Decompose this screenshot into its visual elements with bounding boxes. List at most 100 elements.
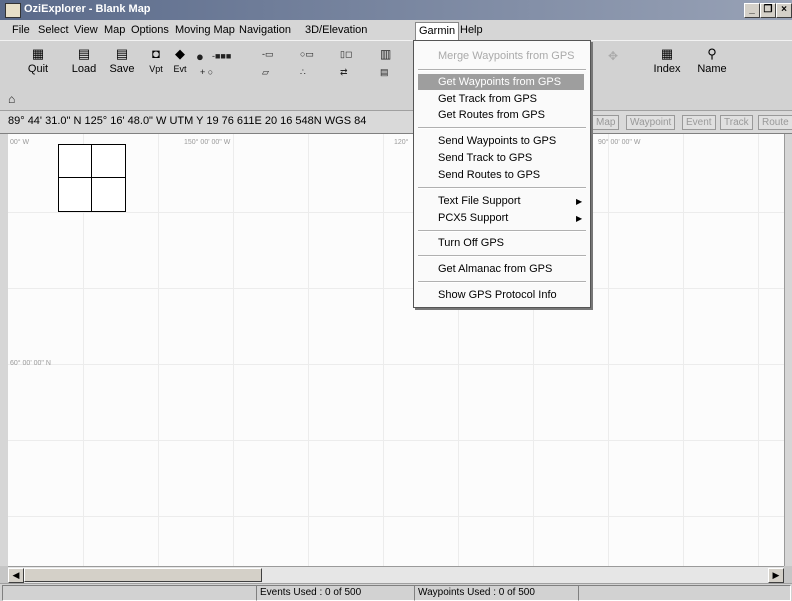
evt-button[interactable]: ◆ Evt <box>170 47 190 75</box>
map-canvas[interactable]: 00° W 150° 00' 00" W 120° 90° 00' 00" W … <box>8 134 784 566</box>
grid-icon[interactable]: ▥ <box>380 47 391 61</box>
save-map-icon: ▤ <box>115 46 129 61</box>
coordinate-readout: 89° 44' 31.0" N 125° 16' 48.0" W UTM Y 1… <box>8 115 367 127</box>
grid-line <box>683 134 684 566</box>
gps-icon[interactable]: ⌂ <box>8 92 15 106</box>
grid-line <box>8 516 784 517</box>
menu-item-turn-off-gps[interactable]: Turn Off GPS <box>438 237 504 249</box>
menu-navigation[interactable]: Navigation <box>239 24 291 36</box>
waypoints-used-status: Waypoints Used : 0 of 500 <box>414 585 579 601</box>
vpt-button[interactable]: ◘ Vpt <box>146 47 166 75</box>
horizontal-scrollbar[interactable]: ◀ ▶ <box>8 566 784 583</box>
longitude-label: 90° 00' 00" W <box>598 139 641 146</box>
scroll-right-arrow-icon[interactable]: ▶ <box>768 568 784 583</box>
index-icon: ▦ <box>660 46 674 61</box>
dots-icon[interactable]: ∴ <box>300 67 306 78</box>
save-label: Save <box>109 63 135 75</box>
title-bar: OziExplorer - Blank Map _ ❐ × <box>0 0 792 20</box>
circle-icon[interactable]: ● <box>196 49 204 64</box>
menu-item-get-almanac[interactable]: Get Almanac from GPS <box>438 263 552 275</box>
minimize-button[interactable]: _ <box>744 3 760 18</box>
name-search-icon: ⚲ <box>707 46 717 61</box>
close-button[interactable]: × <box>776 3 792 18</box>
waypoint-icon: ◘ <box>152 46 160 61</box>
move-icon[interactable]: ⇄ <box>340 67 348 78</box>
menu-separator <box>418 230 586 232</box>
tab-waypoint[interactable]: Waypoint <box>626 115 676 130</box>
restore-button[interactable]: ❐ <box>760 3 776 18</box>
status-panel-empty <box>2 585 257 601</box>
tab-track[interactable]: Track <box>720 115 753 130</box>
track-line-icon[interactable]: ○▭ <box>300 49 314 60</box>
menu-view[interactable]: View <box>74 24 98 36</box>
evt-label: Evt <box>173 64 187 74</box>
load-button[interactable]: ▤ Load <box>68 46 100 76</box>
tab-route[interactable]: Route <box>758 115 792 130</box>
menu-3d-elevation[interactable]: 3D/Elevation <box>305 24 367 36</box>
grid-line <box>758 134 759 566</box>
menu-item-get-routes[interactable]: Get Routes from GPS <box>438 109 545 121</box>
menu-bar: File Select View Map Options Moving Map … <box>0 20 792 40</box>
menu-item-get-track[interactable]: Get Track from GPS <box>438 93 537 105</box>
menu-options[interactable]: Options <box>131 24 169 36</box>
scroll-thumb[interactable] <box>24 568 262 582</box>
longitude-label: 150° 00' 00" W <box>184 139 231 146</box>
tab-event[interactable]: Event <box>682 115 716 130</box>
menu-item-send-waypoints[interactable]: Send Waypoints to GPS <box>438 135 556 147</box>
event-icon: ◆ <box>175 46 185 61</box>
quit-label: Quit <box>27 63 49 75</box>
scroll-left-arrow-icon[interactable]: ◀ <box>8 568 24 583</box>
overview-divider <box>91 145 92 211</box>
menu-item-send-track[interactable]: Send Track to GPS <box>438 152 532 164</box>
coordinate-bar: 89° 44' 31.0" N 125° 16' 48.0" W UTM Y 1… <box>0 110 792 134</box>
index-button[interactable]: ▦ Index <box>652 46 682 76</box>
menu-file[interactable]: File <box>12 24 30 36</box>
menu-select[interactable]: Select <box>38 24 69 36</box>
longitude-label: 120° <box>394 139 409 146</box>
load-label: Load <box>71 63 97 75</box>
status-panel-empty <box>578 585 791 601</box>
map-overview-box[interactable] <box>58 144 126 212</box>
layers-icon[interactable]: ▤ <box>380 67 389 78</box>
menu-item-text-file-support[interactable]: Text File Support <box>438 195 521 207</box>
menu-separator <box>418 69 586 71</box>
events-used-status: Events Used : 0 of 500 <box>256 585 415 601</box>
menu-map[interactable]: Map <box>104 24 125 36</box>
menu-garmin[interactable]: Garmin <box>415 22 460 40</box>
latitude-label: 60° 00' 00" N <box>10 360 51 367</box>
menu-item-get-waypoints[interactable]: Get Waypoints from GPS <box>418 74 584 90</box>
route-icon[interactable]: -■■■ <box>212 51 231 61</box>
load-map-icon: ▤ <box>77 46 91 61</box>
toolbar: ▦ Quit ▤ Load ▤ Save ◘ Vpt ◆ Evt ● -■■■ … <box>0 40 792 89</box>
vpt-label: Vpt <box>149 64 163 74</box>
name-button[interactable]: ⚲ Name <box>696 46 728 76</box>
app-icon[interactable] <box>5 3 21 18</box>
track-icon[interactable]: -▭ <box>262 49 274 60</box>
grid-line <box>233 134 234 566</box>
grid-line <box>8 440 784 441</box>
window-title: OziExplorer - Blank Map <box>24 3 151 15</box>
menu-item-show-protocol-info[interactable]: Show GPS Protocol Info <box>438 289 557 301</box>
overview-divider <box>59 177 125 178</box>
menu-moving-map[interactable]: Moving Map <box>175 24 235 36</box>
door-icon: ▦ <box>31 46 45 61</box>
tab-map[interactable]: Map <box>592 115 620 130</box>
longitude-label: 00° W <box>10 139 30 146</box>
menu-item-merge-waypoints[interactable]: Merge Waypoints from GPS <box>438 50 575 62</box>
grid-line <box>8 364 784 365</box>
grid-line <box>8 288 784 289</box>
quit-button[interactable]: ▦ Quit <box>24 46 52 76</box>
grid-line <box>158 134 159 566</box>
save-button[interactable]: ▤ Save <box>106 46 138 76</box>
menu-separator <box>418 127 586 129</box>
name-label: Name <box>697 63 727 75</box>
menu-item-pcx5-support[interactable]: PCX5 Support <box>438 212 508 224</box>
right-border <box>784 134 792 566</box>
index-label: Index <box>653 63 681 75</box>
map-icon[interactable]: ▯◻ <box>340 49 352 60</box>
menu-item-send-routes[interactable]: Send Routes to GPS <box>438 169 540 181</box>
cross-icon[interactable]: + ○ <box>200 67 213 77</box>
menu-help[interactable]: Help <box>460 24 483 36</box>
pan-arrows-icon[interactable]: ✥ <box>608 49 618 63</box>
car-icon[interactable]: ▱ <box>262 67 269 78</box>
